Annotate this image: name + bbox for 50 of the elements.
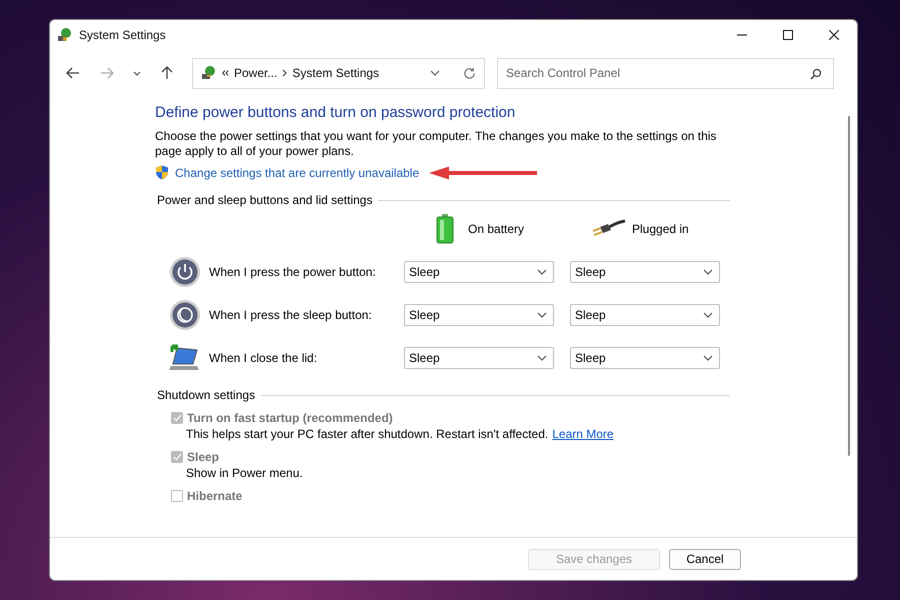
- setting-label: When I close the lid:: [209, 351, 318, 365]
- page-description: Choose the power settings that you want for your computer. The changes you make to the settings on this page apply to all of your power plans.: [155, 129, 718, 159]
- breadcrumb-item[interactable]: System Settings: [292, 66, 380, 80]
- column-header: On battery: [468, 222, 524, 236]
- action-dropdown[interactable]: Sleep: [570, 304, 720, 326]
- chevron-down-icon: [703, 355, 713, 361]
- chevron-down-icon: [703, 269, 713, 275]
- search-field[interactable]: Search Control Panel: [497, 58, 834, 88]
- section-title: Shutdown settings: [157, 388, 256, 402]
- option-description: This helps start your PC faster after shutdown. Restart isn't affected.: [186, 427, 548, 441]
- chevron-down-icon: [537, 312, 547, 318]
- action-dropdown[interactable]: Sleep: [570, 347, 720, 369]
- section-title: Power and sleep buttons and lid settings: [157, 193, 372, 207]
- arrow-right-icon: [100, 67, 114, 79]
- chevron-down-icon: [133, 70, 141, 76]
- chevron-down-icon: [537, 355, 547, 361]
- refresh-icon[interactable]: [463, 66, 476, 80]
- sleep-button-icon: [169, 299, 201, 331]
- power-options-icon: [201, 65, 217, 81]
- action-dropdown[interactable]: Sleep: [570, 261, 720, 283]
- action-dropdown[interactable]: Sleep: [404, 347, 554, 369]
- option-label: Hibernate: [187, 488, 242, 502]
- window-title: System Settings: [79, 28, 166, 42]
- dropdown-chevron-icon[interactable]: [430, 70, 440, 76]
- double-chevron-icon: [222, 70, 229, 76]
- shield-icon: [155, 165, 169, 180]
- arrow-left-icon: [66, 67, 80, 79]
- page-heading: Define power buttons and turn on password protection: [155, 104, 516, 121]
- action-dropdown[interactable]: Sleep: [404, 304, 554, 326]
- setting-label: When I press the sleep button:: [209, 308, 372, 322]
- option-description: Show in Power menu.: [186, 466, 303, 480]
- power-button-icon: [169, 256, 201, 288]
- action-dropdown[interactable]: Sleep: [404, 261, 554, 283]
- chevron-right-icon: [282, 69, 288, 77]
- battery-icon: [436, 214, 454, 244]
- arrow-up-icon: [161, 66, 173, 80]
- chevron-down-icon: [703, 312, 713, 318]
- option-label: Sleep: [187, 450, 220, 464]
- change-settings-link[interactable]: Change settings that are currently unavailable: [175, 166, 420, 180]
- breadcrumb-item[interactable]: Power...: [234, 66, 278, 80]
- maximize-icon: [783, 30, 793, 40]
- address-bar[interactable]: Power... System Settings: [192, 58, 485, 88]
- option-label: Turn on fast startup (recommended): [187, 410, 393, 424]
- column-header: Plugged in: [632, 222, 689, 236]
- power-options-icon: [57, 27, 73, 43]
- chevron-down-icon: [537, 269, 547, 275]
- close-icon: [829, 30, 839, 40]
- setting-label: When I press the power button:: [209, 265, 376, 279]
- search-icon: [810, 68, 822, 80]
- cancel-button[interactable]: Cancel: [669, 548, 741, 570]
